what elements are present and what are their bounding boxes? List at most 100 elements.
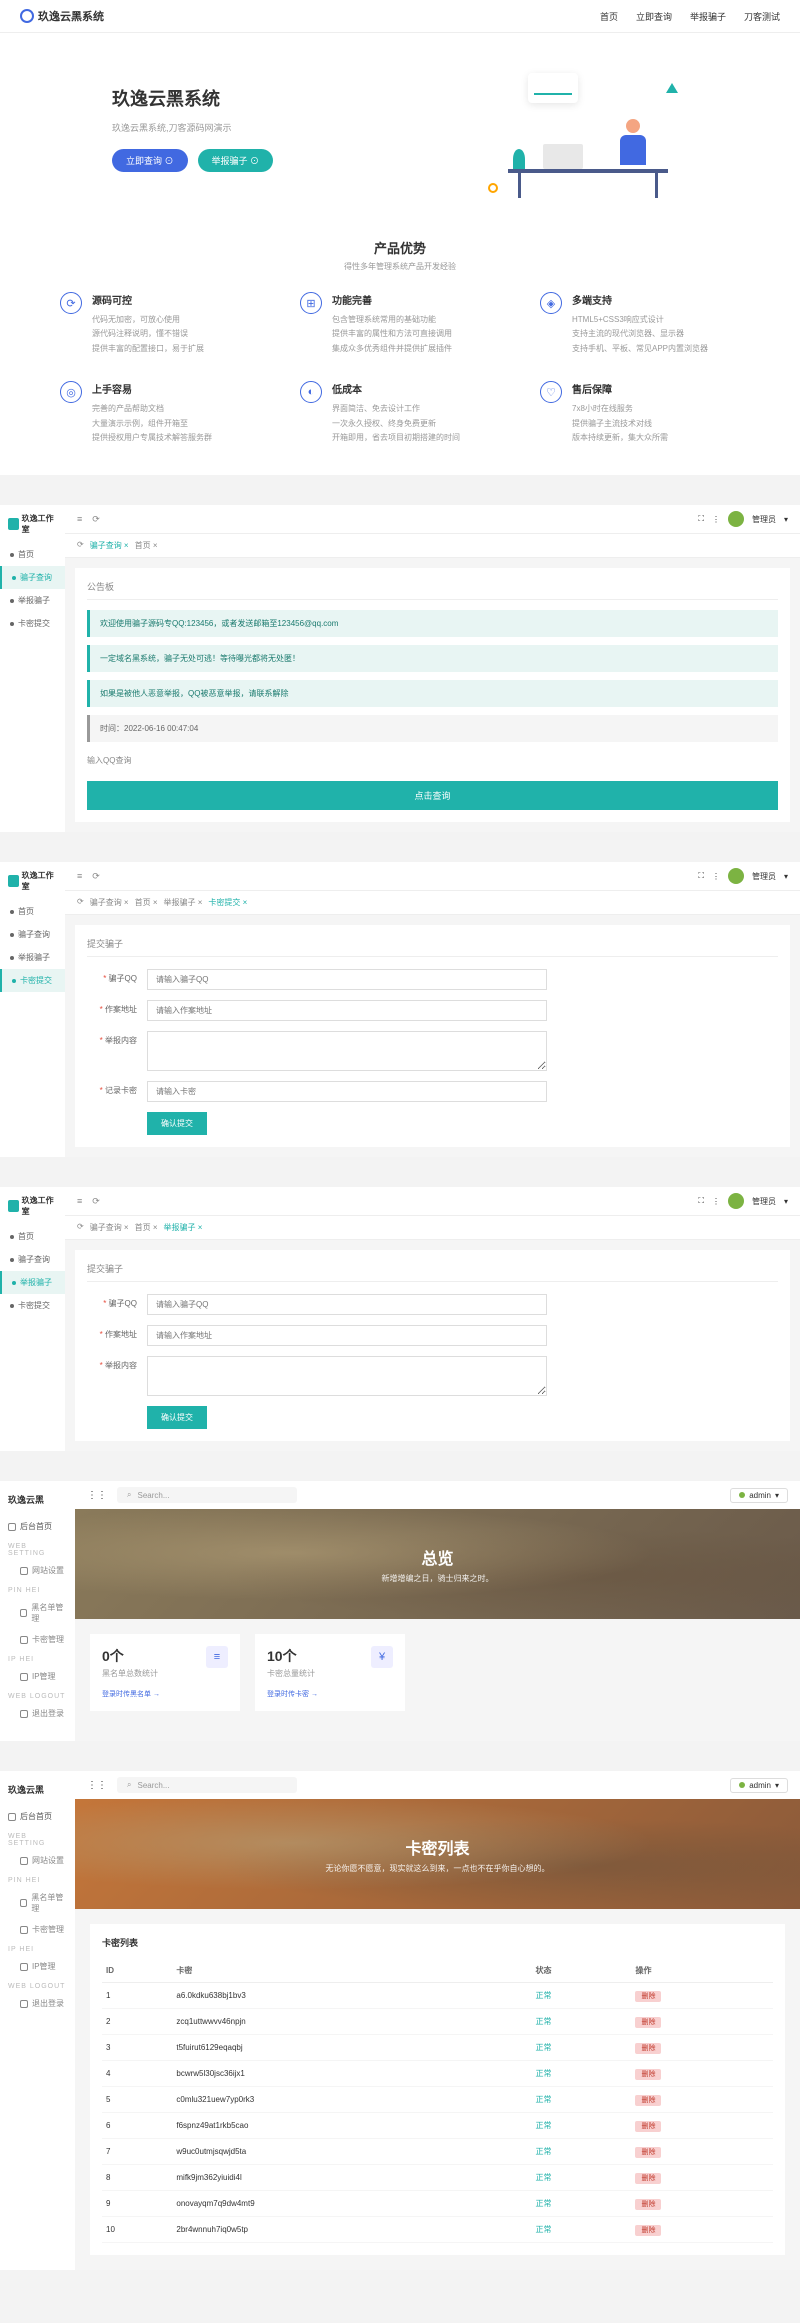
bc-tab[interactable]: 举报骗子 ×: [164, 897, 203, 908]
expand-icon[interactable]: ⛶: [698, 1196, 704, 1206]
sidebar-item[interactable]: 卡密管理: [8, 1919, 67, 1940]
search-input[interactable]: ⌕Search...: [117, 1777, 297, 1793]
bc-refresh[interactable]: ⟳: [77, 540, 84, 551]
shield-icon: [8, 1200, 19, 1212]
nav-report[interactable]: 举报骗子: [690, 10, 726, 23]
nav-query[interactable]: 立即查询: [636, 10, 672, 23]
form-input[interactable]: [147, 1031, 547, 1071]
chevron-down-icon[interactable]: ▾: [784, 515, 788, 524]
sidebar-item-card[interactable]: 卡密提交: [0, 1294, 65, 1317]
sidebar-item[interactable]: IP管理: [8, 1666, 67, 1687]
bc-tab[interactable]: 骗子查询 ×: [90, 1222, 129, 1233]
delete-button[interactable]: 删除: [635, 2173, 661, 2184]
menu-icon[interactable]: ⋮⋮: [87, 1780, 107, 1791]
sidebar-item-home[interactable]: 首页: [0, 1225, 65, 1248]
avatar[interactable]: [728, 1193, 744, 1209]
bc-refresh[interactable]: ⟳: [77, 897, 84, 908]
user-menu[interactable]: admin▾: [730, 1778, 788, 1793]
sidebar-item-card[interactable]: 卡密提交: [0, 612, 65, 635]
sidebar-item-report[interactable]: 举报骗子: [0, 589, 65, 612]
bc-refresh[interactable]: ⟳: [77, 1222, 84, 1233]
banner-sub: 无论你愿不愿意，现实就这么到来，一点也不在乎你自心想的。: [326, 1863, 550, 1874]
bc-tab[interactable]: 骗子查询 ×: [90, 897, 129, 908]
sidebar-item-query[interactable]: 骗子查询: [0, 566, 65, 589]
user-menu[interactable]: admin▾: [730, 1488, 788, 1503]
sidebar-item[interactable]: 卡密管理: [8, 1629, 67, 1650]
sidebar-item[interactable]: 后台首页: [8, 1806, 67, 1827]
form-row: * 举报内容: [87, 1031, 778, 1071]
form-input[interactable]: [147, 969, 547, 990]
delete-button[interactable]: 删除: [635, 2043, 661, 2054]
more-icon[interactable]: ⋮: [712, 872, 720, 881]
nav-home[interactable]: 首页: [600, 10, 618, 23]
delete-button[interactable]: 删除: [635, 2069, 661, 2080]
menu-icon[interactable]: ≡: [77, 1196, 82, 1207]
sidebar-item[interactable]: 退出登录: [8, 1993, 67, 2014]
delete-button[interactable]: 删除: [635, 2225, 661, 2236]
cell-id: 4: [102, 2061, 172, 2087]
nav-test[interactable]: 刀客测试: [744, 10, 780, 23]
more-icon[interactable]: ⋮: [712, 1197, 720, 1206]
submit-button[interactable]: 确认提交: [147, 1406, 207, 1429]
more-icon[interactable]: ⋮: [712, 515, 720, 524]
features-section: 产品优势 得性多年管理系统产品开发经验 ⟳源码可控代码无加密，可放心使用源代码注…: [0, 223, 800, 475]
form-input[interactable]: [147, 1325, 547, 1346]
sidebar-item[interactable]: IP管理: [8, 1956, 67, 1977]
stat-link[interactable]: 登录时传黑名单 →: [102, 1689, 228, 1699]
delete-button[interactable]: 删除: [635, 2095, 661, 2106]
table-row: 102br4wnnuh7iq0w5tp正常删除: [102, 2217, 773, 2243]
form-input[interactable]: [147, 1356, 547, 1396]
bc-tab-active[interactable]: 举报骗子 ×: [164, 1222, 203, 1233]
sidebar-group-label: IP HEI: [8, 1650, 67, 1666]
expand-icon[interactable]: ⛶: [698, 514, 704, 524]
admin-label[interactable]: 管理员: [752, 871, 776, 882]
submit-button[interactable]: 确认提交: [147, 1112, 207, 1135]
sidebar-item[interactable]: 后台首页: [8, 1516, 67, 1537]
sidebar-item[interactable]: 黑名单管理: [8, 1597, 67, 1629]
bc-tab-home[interactable]: 首页 ×: [135, 540, 158, 551]
item-icon: [20, 1673, 28, 1681]
sidebar-item-report[interactable]: 举报骗子: [0, 946, 65, 969]
sidebar-item-query[interactable]: 骗子查询: [0, 923, 65, 946]
sidebar-item[interactable]: 退出登录: [8, 1703, 67, 1724]
delete-button[interactable]: 删除: [635, 2017, 661, 2028]
report-button[interactable]: 举报骗子 ⊙: [198, 149, 274, 172]
delete-button[interactable]: 删除: [635, 2199, 661, 2210]
delete-button[interactable]: 删除: [635, 1991, 661, 2002]
bc-tab[interactable]: 首页 ×: [135, 897, 158, 908]
search-button[interactable]: 点击查询: [87, 781, 778, 810]
bc-tab[interactable]: 首页 ×: [135, 1222, 158, 1233]
sidebar-item[interactable]: 网站设置: [8, 1560, 67, 1581]
bc-tab-active[interactable]: 卡密提交 ×: [208, 897, 247, 908]
admin-label[interactable]: 管理员: [752, 1196, 776, 1207]
sidebar-item-report[interactable]: 举报骗子: [0, 1271, 65, 1294]
refresh-icon[interactable]: ⟳: [92, 871, 100, 882]
sidebar-item[interactable]: 黑名单管理: [8, 1887, 67, 1919]
delete-button[interactable]: 删除: [635, 2147, 661, 2158]
refresh-icon[interactable]: ⟳: [92, 514, 100, 525]
form-input[interactable]: [147, 1000, 547, 1021]
form-input[interactable]: [147, 1294, 547, 1315]
sidebar-item-card[interactable]: 卡密提交: [0, 969, 65, 992]
bc-tab-query[interactable]: 骗子查询 ×: [90, 540, 129, 551]
search-input[interactable]: ⌕Search...: [117, 1487, 297, 1503]
top-nav: 首页 立即查询 举报骗子 刀客测试: [600, 10, 780, 23]
menu-icon[interactable]: ≡: [77, 514, 82, 525]
query-button[interactable]: 立即查询 ⊙: [112, 149, 188, 172]
admin-label[interactable]: 管理员: [752, 514, 776, 525]
expand-icon[interactable]: ⛶: [698, 871, 704, 881]
avatar[interactable]: [728, 868, 744, 884]
form-input[interactable]: [147, 1081, 547, 1102]
delete-button[interactable]: 删除: [635, 2121, 661, 2132]
avatar[interactable]: [728, 511, 744, 527]
stat-link[interactable]: 登录时传卡密 →: [267, 1689, 393, 1699]
sidebar-item-home[interactable]: 首页: [0, 900, 65, 923]
refresh-icon[interactable]: ⟳: [92, 1196, 100, 1207]
menu-icon[interactable]: ⋮⋮: [87, 1490, 107, 1501]
sidebar-item-home[interactable]: 首页: [0, 543, 65, 566]
chevron-down-icon[interactable]: ▾: [784, 1197, 788, 1206]
chevron-down-icon[interactable]: ▾: [784, 872, 788, 881]
sidebar-item[interactable]: 网站设置: [8, 1850, 67, 1871]
menu-icon[interactable]: ≡: [77, 871, 82, 882]
sidebar-item-query[interactable]: 骗子查询: [0, 1248, 65, 1271]
